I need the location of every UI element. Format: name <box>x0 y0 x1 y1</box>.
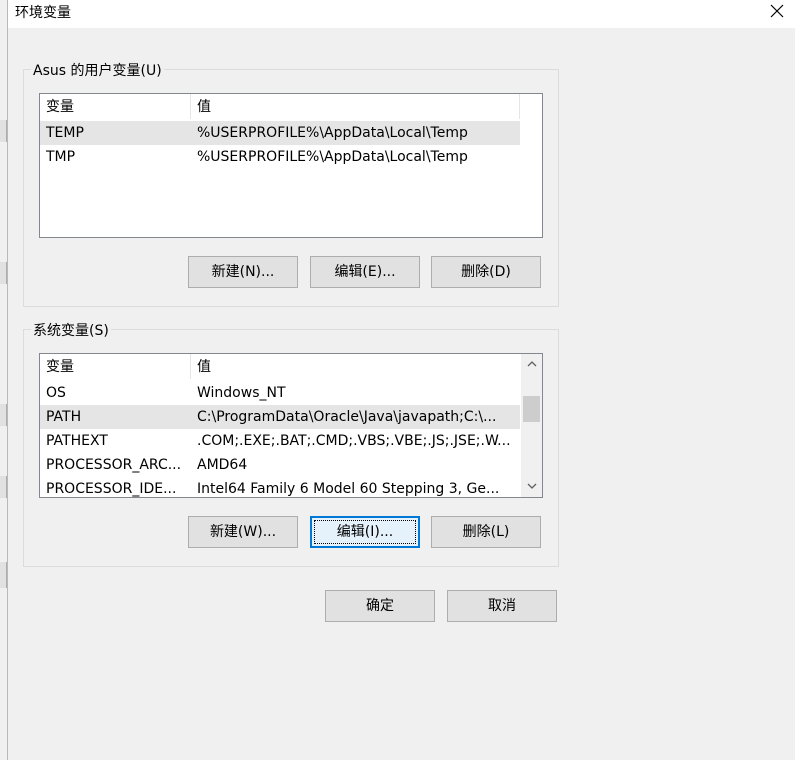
cancel-button[interactable]: 取消 <box>447 590 557 622</box>
variable-value: Intel64 Family 6 Model 60 Stepping 3, Ge… <box>197 481 500 497</box>
background-window-control <box>0 120 7 142</box>
column-header-value[interactable]: 值 <box>191 94 520 119</box>
variable-name: PATH <box>46 409 82 425</box>
variable-name: TMP <box>46 149 76 165</box>
variable-name: OS <box>46 385 66 401</box>
button-label: 确定 <box>366 598 394 614</box>
scroll-down-button[interactable] <box>521 477 542 497</box>
system-variables-list[interactable]: 变量 值 OS Windows_NT PATH C:\ProgramData\O… <box>39 353 543 498</box>
environment-variables-dialog: 环境变量 Asus 的用户变量(U) 变量 值 TEMP %USERPROFIL… <box>8 0 795 760</box>
variable-name: TEMP <box>46 125 84 141</box>
column-header-name[interactable]: 变量 <box>40 354 191 379</box>
user-variables-group: Asus 的用户变量(U) 变量 值 TEMP %USERPROFILE%\Ap… <box>23 60 559 307</box>
column-header-name[interactable]: 变量 <box>40 94 191 119</box>
table-row[interactable]: PROCESSOR_IDE... Intel64 Family 6 Model … <box>40 477 520 497</box>
variable-value: .COM;.EXE;.BAT;.CMD;.VBS;.VBE;.JS;.JSE;.… <box>197 433 511 449</box>
user-delete-button[interactable]: 删除(D) <box>431 256 541 288</box>
background-window-control <box>0 262 7 284</box>
table-row[interactable]: PATH C:\ProgramData\Oracle\Java\javapath… <box>40 405 520 429</box>
list-header: 变量 值 <box>40 354 521 379</box>
user-variables-list[interactable]: 变量 值 TEMP %USERPROFILE%\AppData\Local\Te… <box>39 93 543 238</box>
chevron-up-icon <box>527 361 537 367</box>
button-label: 删除(D) <box>461 264 511 280</box>
system-new-button[interactable]: 新建(W)... <box>188 516 298 548</box>
background-window-edge <box>0 0 8 760</box>
list-header: 变量 值 <box>40 94 542 119</box>
variable-value: C:\ProgramData\Oracle\Java\javapath;C:\.… <box>197 409 497 425</box>
column-header-value[interactable]: 值 <box>191 354 520 379</box>
system-variables-group: 系统变量(S) 变量 值 OS Windows_NT PATH C:\Progr… <box>23 320 559 567</box>
variable-value: AMD64 <box>197 457 248 473</box>
button-label: 编辑(I)... <box>336 524 394 540</box>
variable-value: Windows_NT <box>197 385 286 401</box>
variable-name: PROCESSOR_IDE... <box>46 481 177 497</box>
chevron-down-icon <box>527 483 537 489</box>
user-edit-button[interactable]: 编辑(E)... <box>310 256 420 288</box>
button-label: 新建(N)... <box>211 264 275 280</box>
scroll-thumb[interactable] <box>523 396 540 422</box>
variable-value: %USERPROFILE%\AppData\Local\Temp <box>197 149 468 165</box>
close-icon <box>770 4 784 18</box>
table-row[interactable]: TMP %USERPROFILE%\AppData\Local\Temp <box>40 145 520 169</box>
scroll-up-button[interactable] <box>521 354 542 374</box>
close-button[interactable] <box>757 0 795 24</box>
variable-value: %USERPROFILE%\AppData\Local\Temp <box>197 125 468 141</box>
system-variables-legend: 系统变量(S) <box>31 320 111 340</box>
user-new-button[interactable]: 新建(N)... <box>188 256 298 288</box>
button-label: 取消 <box>488 598 516 614</box>
table-row[interactable]: OS Windows_NT <box>40 381 520 405</box>
vertical-scrollbar[interactable] <box>521 354 542 497</box>
button-label: 新建(W)... <box>209 524 277 540</box>
button-label: 编辑(E)... <box>334 264 396 280</box>
ok-button[interactable]: 确定 <box>325 590 435 622</box>
table-row[interactable]: PATHEXT .COM;.EXE;.BAT;.CMD;.VBS;.VBE;.J… <box>40 429 520 453</box>
system-delete-button[interactable]: 删除(L) <box>431 516 541 548</box>
title-bar: 环境变量 <box>8 0 795 28</box>
background-window-control <box>0 404 7 426</box>
button-label: 删除(L) <box>462 524 510 540</box>
table-row[interactable]: TEMP %USERPROFILE%\AppData\Local\Temp <box>40 121 520 145</box>
window-title: 环境变量 <box>15 5 71 21</box>
background-window-control <box>0 476 7 498</box>
variable-name: PATHEXT <box>46 433 108 449</box>
user-variables-legend: Asus 的用户变量(U) <box>31 60 164 80</box>
table-row[interactable]: PROCESSOR_ARC... AMD64 <box>40 453 520 477</box>
variable-name: PROCESSOR_ARC... <box>46 457 182 473</box>
system-edit-button[interactable]: 编辑(I)... <box>310 516 420 548</box>
background-window-control <box>0 562 7 588</box>
